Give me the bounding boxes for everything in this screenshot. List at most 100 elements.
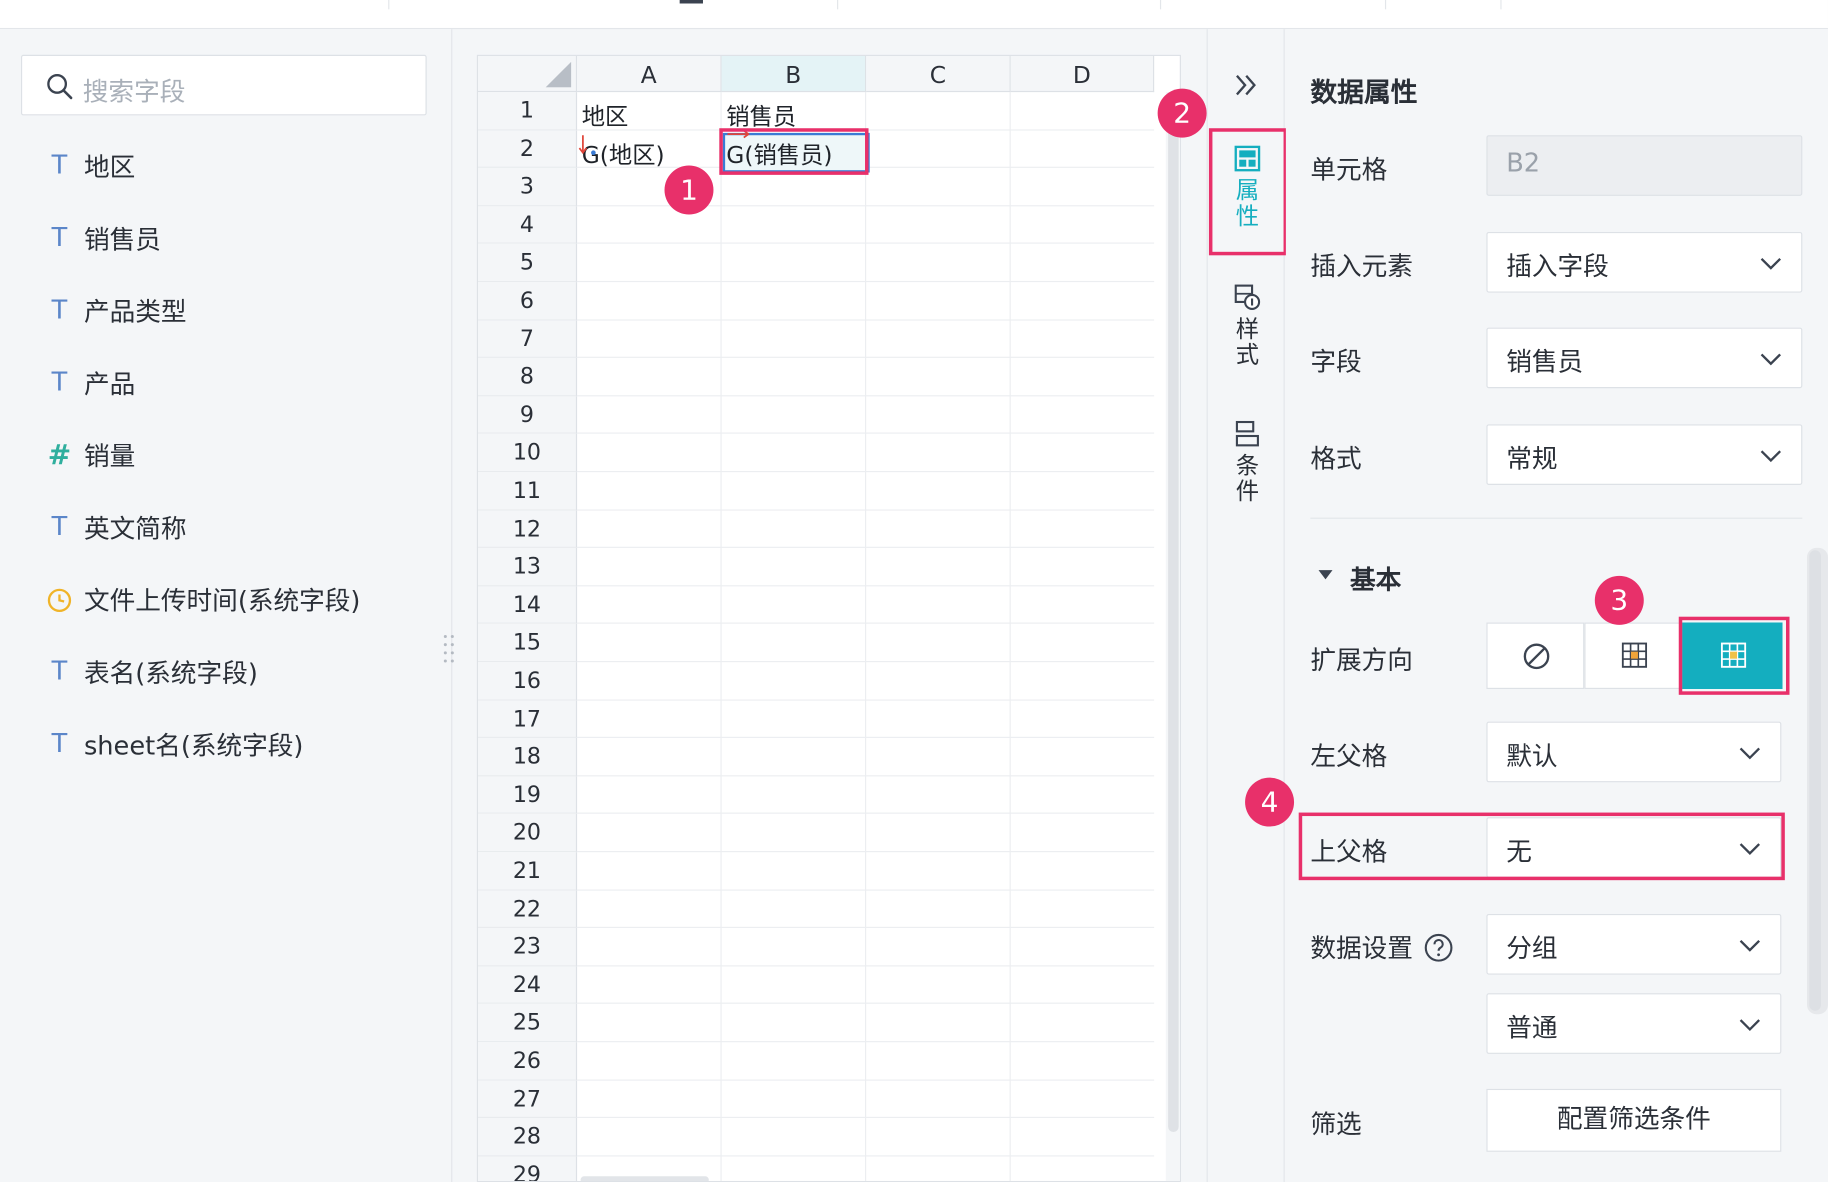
top-toolbar [0,0,1828,30]
row-header[interactable]: 6 [477,282,578,321]
field-label: 表名(系统字段) [83,659,258,689]
row-header[interactable]: 8 [477,358,578,397]
field-select[interactable]: 销售员 [1486,327,1803,389]
row-header[interactable]: 1 [477,92,578,131]
search-placeholder: 搜索字段 [82,78,186,108]
column-header-c[interactable]: C [866,55,1011,93]
row-header[interactable]: 18 [477,738,578,777]
row-header[interactable]: 17 [477,700,578,739]
tab-style-label: 样式 [1235,314,1260,369]
field-item-english-abbr[interactable]: T 英文简称 [44,504,187,551]
cell-a1[interactable]: 地区 [582,98,629,132]
row-header[interactable]: 10 [477,434,578,473]
tab-condition-label: 条件 [1235,451,1260,505]
data-setting-mode-select[interactable]: 普通 [1486,993,1782,1054]
insert-element-select[interactable]: 插入字段 [1486,231,1803,293]
text-type-icon: T [50,727,68,759]
data-setting-value: 分组 [1506,934,1558,965]
row-header[interactable]: 16 [477,662,578,701]
step-badge-3: 3 [1594,575,1644,625]
field-item-upload-time[interactable]: 文件上传时间(系统字段) [44,576,360,623]
row-header[interactable]: 14 [477,586,578,625]
highlight-box-expand-option [1678,616,1790,695]
search-input[interactable]: 搜索字段 [20,54,427,116]
field-label: sheet名(系统字段) [83,732,304,762]
row-header[interactable]: 29 [477,1156,578,1181]
row-header[interactable]: 20 [477,814,578,853]
section-basic-title[interactable]: 基本 [1350,560,1401,597]
row-header[interactable]: 2 [477,130,578,169]
column-header-b[interactable]: B [721,55,867,93]
search-icon [47,74,73,100]
chevron-down-icon [1739,939,1761,952]
row-header[interactable]: 5 [477,244,578,283]
row-header[interactable]: 27 [477,1080,578,1119]
field-item-region[interactable]: T 地区 [44,142,135,189]
field-item-salesperson[interactable]: T 销售员 [44,215,161,262]
panel-resize-handle-icon[interactable] [443,633,455,663]
data-setting-text: 数据设置 [1310,934,1413,965]
format-select[interactable]: 常规 [1486,424,1803,485]
grid-column-line [865,92,867,1181]
row-header[interactable]: 26 [477,1042,578,1081]
field-item-table-name[interactable]: T 表名(系统字段) [44,648,258,695]
sheet-horizontal-scroll-thumb[interactable] [580,1176,709,1181]
row-header[interactable]: 12 [477,510,578,549]
field-item-product[interactable]: T 产品 [44,359,135,406]
row-header[interactable]: 7 [477,320,578,359]
field-label-prop: 字段 [1310,348,1362,378]
text-type-icon: T [50,366,68,398]
row-header[interactable]: 9 [477,396,578,435]
data-setting-select[interactable]: 分组 [1486,913,1782,975]
field-item-sheet-name[interactable]: T sheet名(系统字段) [44,720,304,767]
row-header[interactable]: 3 [477,168,578,207]
row-header[interactable]: 13 [477,548,578,587]
row-header[interactable]: 28 [477,1118,578,1157]
tab-style[interactable]: 样式 [1222,283,1273,367]
step-badge-4: 4 [1245,777,1295,827]
row-header[interactable]: 21 [477,852,578,891]
insert-element-label: 插入元素 [1310,252,1413,283]
field-label: 产品 [83,370,136,400]
collapse-panel-icon[interactable] [1233,72,1259,98]
row-header[interactable]: 19 [477,776,578,815]
cell-b1[interactable]: 销售员 [726,98,796,132]
collapse-triangle-icon[interactable] [1317,568,1333,582]
row-header[interactable]: 22 [477,890,578,929]
column-header-d[interactable]: D [1010,55,1155,93]
highlight-box-cell-b2 [719,128,869,175]
field-item-sales-volume[interactable]: # 销量 [44,431,136,478]
toolbar-divider [1500,0,1502,10]
spreadsheet-grid[interactable]: A B C D 1 2 3 4 5 6 7 8 9 10 11 12 13 14 15 16 17 18 19 20 2… [476,54,1181,1182]
row-header[interactable]: 24 [477,966,578,1005]
panel-scroll-thumb[interactable] [1809,550,1821,1011]
sheet-vertical-scroll-thumb[interactable] [1168,102,1179,1132]
expand-vertical-option[interactable] [1584,622,1683,689]
row-header[interactable]: 4 [477,206,578,245]
corner-triangle-icon [545,61,572,88]
text-type-icon: T [50,149,68,181]
configure-filter-button[interactable]: 配置筛选条件 [1486,1088,1782,1152]
select-all-corner[interactable] [477,55,578,93]
data-setting-mode-value: 普通 [1506,1014,1558,1044]
row-header[interactable]: 15 [477,624,578,663]
chevron-down-icon [1760,450,1782,463]
text-type-icon: T [50,221,68,253]
chevron-down-icon [1760,353,1782,366]
help-icon[interactable] [1423,933,1453,963]
field-label: 销量 [83,443,136,473]
cell-reference-field: B2 [1486,135,1803,196]
condition-tab-icon [1235,420,1259,447]
left-parent-select[interactable]: 默认 [1486,721,1782,783]
expand-none-option[interactable] [1486,622,1585,689]
tab-condition[interactable]: 条件 [1222,420,1273,504]
row-header[interactable]: 11 [477,472,578,511]
row-header[interactable]: 23 [477,928,578,967]
field-item-product-type[interactable]: T 产品类型 [44,287,187,334]
number-type-icon: # [47,438,72,471]
highlight-box-top-parent [1298,812,1785,881]
column-header-a[interactable]: A [577,55,722,93]
vertical-expand-icon [1621,642,1648,668]
row-header[interactable]: 25 [477,1004,578,1043]
cell-label: 单元格 [1310,156,1388,186]
